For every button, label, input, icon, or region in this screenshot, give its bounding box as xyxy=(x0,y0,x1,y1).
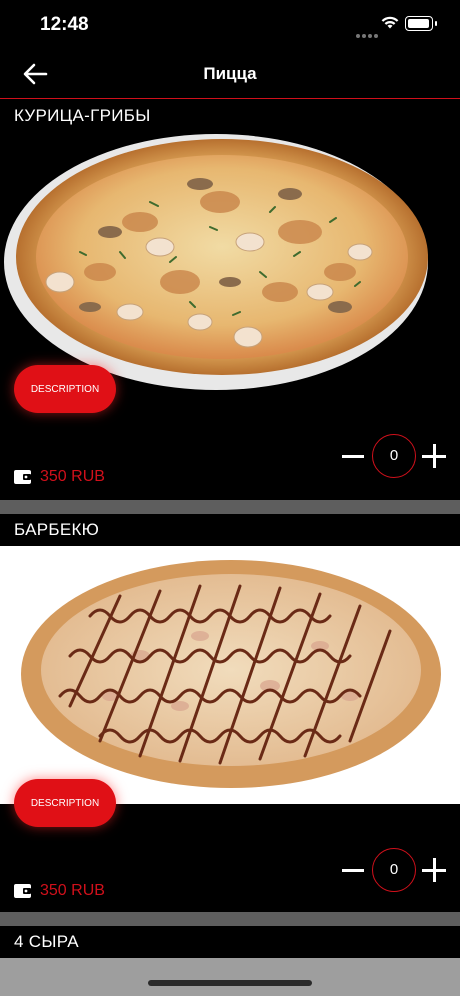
description-button[interactable]: DESCRIPTION xyxy=(14,779,116,827)
status-bar: 12:48 xyxy=(0,0,460,50)
price-text: 350 RUB xyxy=(40,882,105,899)
plus-icon[interactable] xyxy=(422,444,446,468)
price-text: 350 RUB xyxy=(40,468,105,485)
product-image xyxy=(0,132,460,390)
status-time: 12:48 xyxy=(40,14,89,35)
home-indicator[interactable] xyxy=(148,980,312,986)
signal-dots-icon xyxy=(356,25,380,43)
minus-icon[interactable] xyxy=(342,455,364,458)
navigation-bar: Пицца xyxy=(0,50,460,99)
product-card: БАРБЕКЮ DESCRIPTION 0 350 RUB xyxy=(0,514,460,914)
page-title: Пицца xyxy=(203,64,257,83)
quantity-stepper: 0 xyxy=(342,434,448,480)
plus-icon[interactable] xyxy=(422,858,446,882)
quantity-stepper: 0 xyxy=(342,848,448,894)
description-button[interactable]: DESCRIPTION xyxy=(14,365,116,413)
divider xyxy=(0,912,460,926)
product-image xyxy=(0,546,460,804)
price: 350 RUB xyxy=(14,880,105,902)
product-card: КУРИЦА-ГРИБЫ DESCRIPTION 0 350 RUB xyxy=(0,100,460,500)
battery-icon xyxy=(405,16,437,31)
product-card: 4 СЫРА xyxy=(0,926,460,958)
home-bar xyxy=(0,958,460,996)
minus-icon[interactable] xyxy=(342,869,364,872)
wallet-icon xyxy=(14,884,31,898)
wallet-icon xyxy=(14,470,31,484)
product-title: 4 СЫРА xyxy=(14,932,79,951)
divider xyxy=(0,500,460,514)
quantity-value: 0 xyxy=(372,848,416,892)
product-title: КУРИЦА-ГРИБЫ xyxy=(14,106,151,125)
wifi-icon xyxy=(381,16,399,29)
price: 350 RUB xyxy=(14,466,105,488)
product-title: БАРБЕКЮ xyxy=(14,520,100,539)
quantity-value: 0 xyxy=(372,434,416,478)
